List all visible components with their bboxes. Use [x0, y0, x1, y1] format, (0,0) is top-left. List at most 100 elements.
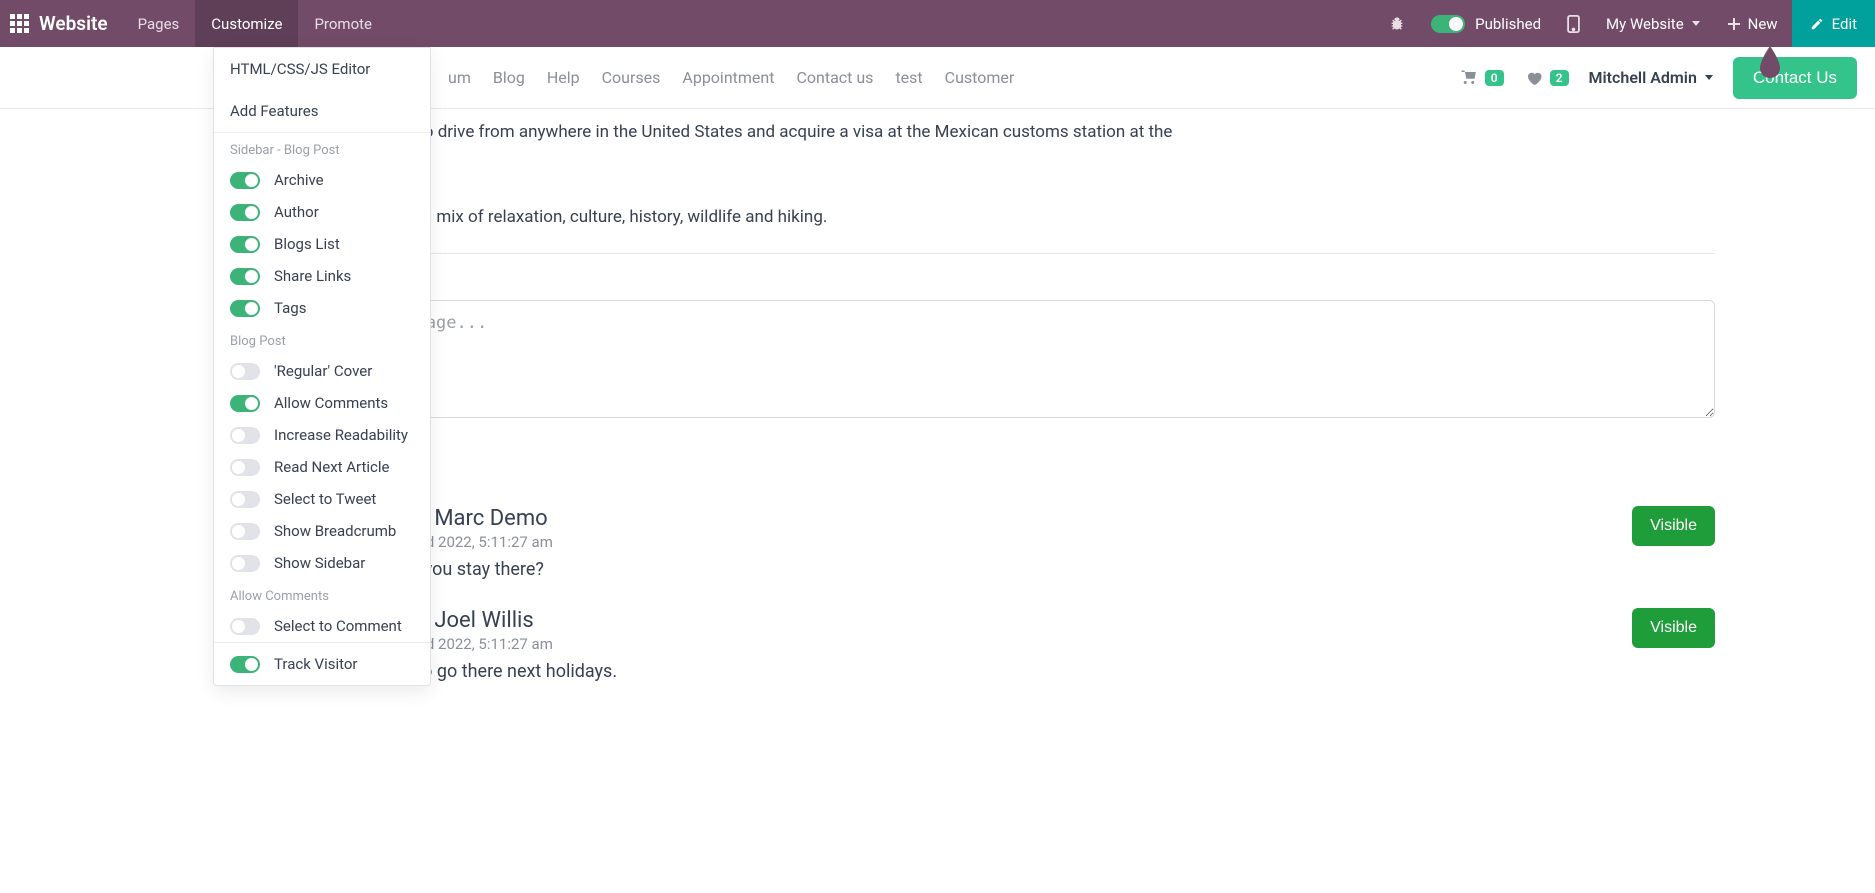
- published-label: Published: [1475, 15, 1541, 33]
- nav-item-appointment[interactable]: Appointment: [682, 68, 774, 87]
- new-label: New: [1748, 15, 1778, 33]
- toggle-author[interactable]: Author: [214, 196, 430, 228]
- article-paragraph: 180 days. Travelers can also drive from …: [220, 119, 1715, 146]
- wishlist-count: 2: [1550, 70, 1569, 86]
- menu-pages[interactable]: Pages: [122, 0, 196, 47]
- divider: [220, 253, 1715, 254]
- toggle-switch-icon: [230, 204, 260, 221]
- comment-author: YourCompany, Joel Willis: [288, 608, 1612, 633]
- user-name: Mitchell Admin: [1589, 68, 1697, 87]
- toggle-label: 'Regular' Cover: [274, 362, 372, 380]
- brand-label: Website: [39, 12, 108, 35]
- bug-icon[interactable]: [1377, 0, 1417, 47]
- menu-promote[interactable]: Promote: [298, 0, 388, 47]
- toggle-tags[interactable]: Tags: [214, 292, 430, 324]
- user-menu[interactable]: Mitchell Admin: [1589, 68, 1713, 87]
- nav-item-courses[interactable]: Courses: [602, 68, 661, 87]
- toggle-share-links[interactable]: Share Links: [214, 260, 430, 292]
- toggle-switch-icon: [230, 300, 260, 317]
- nav-item-customer[interactable]: Customer: [945, 68, 1015, 87]
- toggle-switch-icon: [230, 236, 260, 253]
- nav-item-blog[interactable]: Blog: [493, 68, 525, 87]
- comments-count: 2 comments: [220, 266, 1715, 286]
- edit-button[interactable]: Edit: [1792, 0, 1875, 47]
- toggle-switch-icon: [230, 363, 260, 380]
- toggle-switch-icon: [230, 656, 260, 673]
- heart-icon: [1524, 69, 1544, 87]
- toggle-switch-icon: [230, 427, 260, 444]
- contact-us-button[interactable]: Contact Us: [1733, 57, 1857, 99]
- article-paragraph: n promises to be an exciting mix of rela…: [220, 204, 1715, 231]
- toggle-track-visitor[interactable]: Track Visitor: [214, 643, 430, 685]
- toggle-switch-icon: [230, 491, 260, 508]
- toggle-select-comment[interactable]: Select to Comment: [214, 610, 430, 642]
- visibility-button[interactable]: Visible: [1632, 506, 1715, 546]
- toggle-allow-comments[interactable]: Allow Comments: [214, 387, 430, 419]
- mobile-preview-icon[interactable]: [1555, 0, 1592, 47]
- toggle-switch-icon: [230, 523, 260, 540]
- toggle-switch-icon: [1431, 15, 1465, 33]
- dd-html-editor[interactable]: HTML/CSS/JS Editor: [214, 48, 430, 90]
- caret-down-icon: [1705, 75, 1713, 80]
- message-input[interactable]: [288, 300, 1715, 418]
- toggle-increase-readability[interactable]: Increase Readability: [214, 419, 430, 451]
- toggle-show-breadcrumb[interactable]: Show Breadcrumb: [214, 515, 430, 547]
- theme-drop-icon[interactable]: [1757, 46, 1783, 80]
- comment-author: YourCompany, Marc Demo: [288, 506, 1612, 531]
- toggle-label: Archive: [274, 171, 324, 189]
- toggle-label: Track Visitor: [274, 655, 358, 673]
- cart-indicator[interactable]: 0: [1459, 69, 1504, 87]
- toggle-label: Blogs List: [274, 235, 340, 253]
- menu-customize[interactable]: Customize: [195, 0, 298, 47]
- website-switcher-label: My Website: [1606, 15, 1684, 33]
- toggle-switch-icon: [230, 395, 260, 412]
- comment-meta: Published on April 3rd 2022, 5:11:27 am: [288, 635, 1612, 653]
- toggle-label: Tags: [274, 299, 306, 317]
- app-topbar: Website Pages Customize Promote Publishe…: [0, 0, 1875, 47]
- nav-item-help[interactable]: Help: [547, 68, 580, 87]
- toggle-read-next[interactable]: Read Next Article: [214, 451, 430, 483]
- apps-launcher[interactable]: Website: [0, 0, 122, 47]
- dd-section-allow-comments: Allow Comments: [214, 579, 430, 610]
- site-nav: um Blog Help Courses Appointment Contact…: [448, 68, 1014, 87]
- comment-item: YourCompany, Joel Willis Published on Ap…: [220, 608, 1715, 682]
- toggle-select-tweet[interactable]: Select to Tweet: [214, 483, 430, 515]
- nav-item-fragment[interactable]: um: [448, 68, 471, 87]
- toggle-archive[interactable]: Archive: [214, 164, 430, 196]
- toggle-show-sidebar[interactable]: Show Sidebar: [214, 547, 430, 579]
- toggle-label: Select to Comment: [274, 617, 402, 635]
- apps-icon: [10, 14, 29, 33]
- toggle-label: Show Breadcrumb: [274, 522, 396, 540]
- toggle-regular-cover[interactable]: 'Regular' Cover: [214, 355, 430, 387]
- nav-item-test[interactable]: test: [895, 68, 922, 87]
- published-toggle[interactable]: Published: [1417, 0, 1555, 47]
- dd-add-features[interactable]: Add Features: [214, 90, 430, 132]
- nav-item-contact[interactable]: Contact us: [796, 68, 873, 87]
- toggle-label: Select to Tweet: [274, 490, 376, 508]
- caret-down-icon: [1692, 21, 1700, 26]
- plus-icon: [1728, 18, 1740, 30]
- toggle-blogs-list[interactable]: Blogs List: [214, 228, 430, 260]
- toggle-label: Share Links: [274, 267, 351, 285]
- toggle-label: Allow Comments: [274, 394, 388, 412]
- comment-meta: Published on April 3rd 2022, 5:11:27 am: [288, 533, 1612, 551]
- comment-text: Beautiful! I plan to go there next holid…: [288, 661, 1612, 682]
- cart-icon: [1459, 69, 1479, 87]
- new-button[interactable]: New: [1714, 0, 1792, 47]
- toggle-switch-icon: [230, 268, 260, 285]
- toggle-switch-icon: [230, 459, 260, 476]
- toggle-label: Author: [274, 203, 319, 221]
- toggle-switch-icon: [230, 172, 260, 189]
- toggle-label: Show Sidebar: [274, 554, 365, 572]
- toggle-switch-icon: [230, 555, 260, 572]
- website-switcher[interactable]: My Website: [1592, 0, 1714, 47]
- cart-count: 0: [1485, 70, 1504, 86]
- toggle-label: Increase Readability: [274, 426, 408, 444]
- comment-text: Hi! How long did you stay there?: [288, 559, 1612, 580]
- customize-dropdown: HTML/CSS/JS Editor Add Features Sidebar …: [213, 47, 431, 686]
- comment-item: YourCompany, Marc Demo Published on Apri…: [220, 506, 1715, 580]
- wishlist-indicator[interactable]: 2: [1524, 69, 1569, 87]
- toggle-switch-icon: [230, 618, 260, 635]
- visibility-button[interactable]: Visible: [1632, 608, 1715, 648]
- comment-composer: Send: [220, 300, 1715, 478]
